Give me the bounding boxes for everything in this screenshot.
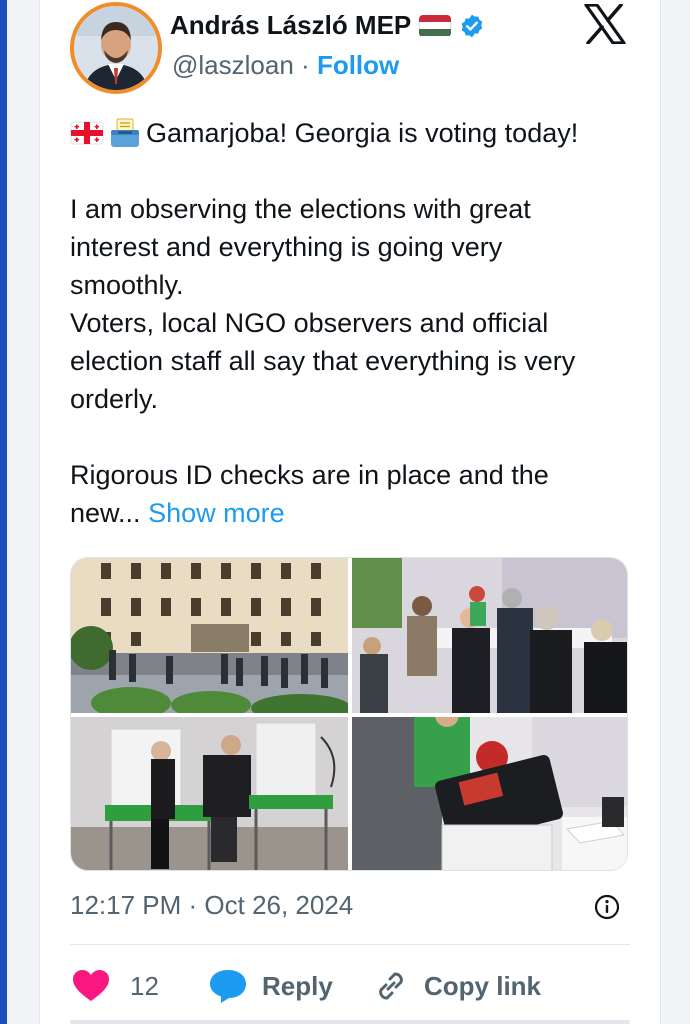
author-handle[interactable]: @laszloan [172, 50, 294, 80]
tweet-paragraph-3-text: Rigorous ID checks are in place and the … [70, 460, 549, 528]
avatar-portrait [74, 6, 158, 90]
photo-grid [70, 557, 628, 871]
like-count: 12 [130, 970, 159, 1001]
action-bar: 12 Reply Copy link [72, 966, 632, 1006]
like-button[interactable]: 12 [72, 966, 159, 1006]
browser-edge-bar [0, 0, 7, 1024]
reply-label: Reply [262, 970, 333, 1001]
x-logo-icon[interactable] [584, 4, 626, 44]
tweet-paragraph-3: Rigorous ID checks are in place and the … [70, 456, 640, 532]
author-name-row: András László MEP [170, 10, 485, 41]
right-gutter [661, 0, 690, 1024]
reply-button[interactable]: Reply [208, 966, 333, 1006]
copy-link-button[interactable]: Copy link [372, 966, 541, 1006]
photo-voting-machine[interactable] [352, 717, 627, 870]
photo-building-queue[interactable] [71, 558, 348, 713]
ballot-box-icon [111, 118, 139, 147]
photo-voters-indoors[interactable] [352, 558, 627, 713]
divider [70, 944, 630, 945]
hungary-flag-icon [419, 14, 452, 37]
left-gutter [7, 0, 39, 1024]
georgia-flag-icon [70, 121, 104, 145]
follow-button[interactable]: Follow [317, 50, 399, 80]
tweet-first-line: Gamarjoba! Georgia is voting today! [70, 114, 640, 152]
handle-separator: · [301, 50, 310, 80]
author-name[interactable]: András László MEP [170, 10, 411, 41]
info-icon[interactable] [594, 894, 620, 920]
author-avatar[interactable] [70, 2, 162, 94]
heart-icon [73, 970, 109, 1001]
tweet-timestamp[interactable]: 12:17 PM · Oct 26, 2024 [70, 890, 353, 921]
author-handle-row: @laszloan · Follow [172, 50, 399, 81]
tweet-paragraph-2: I am observing the elections with great … [70, 194, 576, 414]
verified-badge-icon [461, 14, 483, 37]
photo-voting-booths[interactable] [71, 717, 348, 870]
tweet-line-1: Gamarjoba! Georgia is voting today! [146, 118, 579, 148]
speech-bubble-icon [210, 970, 246, 1003]
tweet-body: Gamarjoba! Georgia is voting today! I am… [70, 114, 640, 532]
link-icon [379, 972, 403, 1000]
bottom-border [70, 1020, 630, 1024]
copy-link-label: Copy link [424, 970, 542, 1001]
show-more-link[interactable]: Show more [148, 498, 285, 528]
